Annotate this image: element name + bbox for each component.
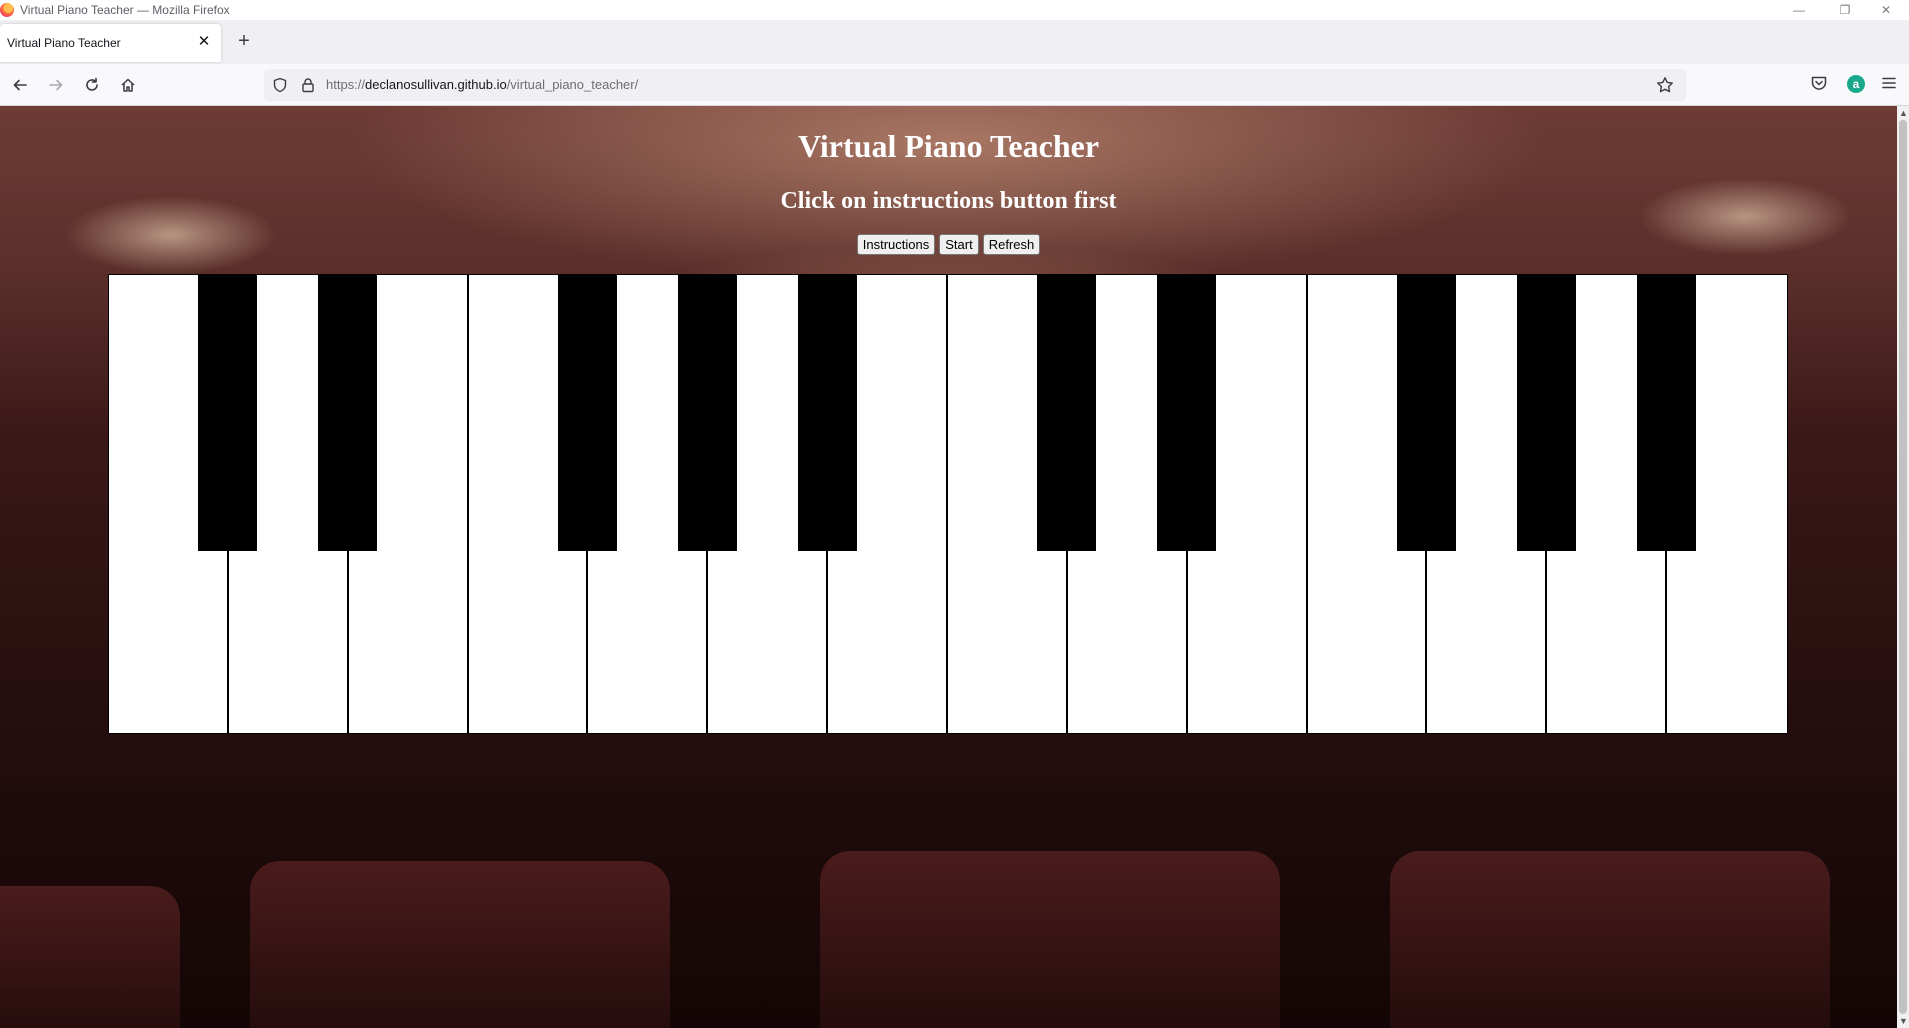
url-host: declanosullivan.github.io: [365, 77, 507, 92]
black-key[interactable]: [1037, 275, 1097, 551]
background-seat: [0, 886, 180, 1028]
restore-button[interactable]: ❐: [1822, 0, 1868, 20]
black-key[interactable]: [1157, 275, 1217, 551]
firefox-icon: [0, 3, 14, 17]
home-icon[interactable]: [116, 73, 140, 97]
shield-icon[interactable]: [272, 77, 288, 93]
url-text[interactable]: https://declanosullivan.github.io/virtua…: [326, 77, 638, 92]
page-title: Virtual Piano Teacher: [797, 128, 1100, 164]
url-scheme: https://: [326, 77, 366, 92]
black-key[interactable]: [677, 275, 737, 551]
scrollbar-thumb[interactable]: [1899, 120, 1907, 1014]
account-icon[interactable]: a: [1847, 75, 1865, 93]
tab-strip: Virtual Piano Teacher ✕ +: [0, 20, 1909, 64]
control-buttons: Instructions Start Refresh: [0, 234, 1897, 255]
address-bar[interactable]: https://declanosullivan.github.io/virtua…: [264, 69, 1686, 101]
bookmark-star-icon[interactable]: [1656, 76, 1674, 94]
minimize-button[interactable]: —: [1776, 0, 1822, 20]
scroll-up-icon[interactable]: ▲: [1899, 108, 1908, 118]
background-seat: [1390, 851, 1830, 1028]
piano-keyboard: [108, 274, 1788, 734]
window-titlebar: Virtual Piano Teacher — Mozilla Firefox …: [0, 0, 1909, 20]
tab-virtual-piano-teacher[interactable]: Virtual Piano Teacher ✕: [0, 24, 221, 62]
back-icon[interactable]: [8, 73, 32, 97]
vertical-scrollbar[interactable]: ▲ ▼: [1897, 106, 1909, 1028]
black-key[interactable]: [1396, 275, 1456, 551]
black-key[interactable]: [318, 275, 378, 551]
black-key[interactable]: [1636, 275, 1696, 551]
background-seat: [250, 861, 670, 1028]
background-seat: [820, 851, 1280, 1028]
page-content: Virtual Piano Teacher Click on instructi…: [0, 106, 1897, 1028]
pocket-icon[interactable]: [1810, 74, 1828, 92]
window-title: Virtual Piano Teacher — Mozilla Firefox: [20, 3, 230, 17]
tab-label: Virtual Piano Teacher: [7, 36, 121, 50]
forward-icon[interactable]: [44, 73, 68, 97]
url-path: /virtual_piano_teacher/: [506, 77, 639, 92]
black-key[interactable]: [557, 275, 617, 551]
scroll-down-icon[interactable]: ▼: [1899, 1016, 1908, 1026]
start-button[interactable]: Start: [939, 234, 979, 255]
page-subtitle: Click on instructions button first: [780, 188, 1117, 214]
close-tab-icon[interactable]: ✕: [195, 33, 213, 51]
new-tab-button[interactable]: +: [232, 30, 256, 54]
lock-icon[interactable]: [300, 77, 316, 93]
menu-icon[interactable]: [1880, 74, 1898, 92]
navigation-toolbar: https://declanosullivan.github.io/virtua…: [0, 64, 1909, 106]
close-window-button[interactable]: ✕: [1863, 0, 1909, 20]
refresh-button[interactable]: Refresh: [982, 234, 1041, 255]
instructions-button[interactable]: Instructions: [856, 234, 936, 255]
black-key[interactable]: [198, 275, 258, 551]
black-key[interactable]: [797, 275, 857, 551]
reload-icon[interactable]: [80, 73, 104, 97]
black-key[interactable]: [1516, 275, 1576, 551]
